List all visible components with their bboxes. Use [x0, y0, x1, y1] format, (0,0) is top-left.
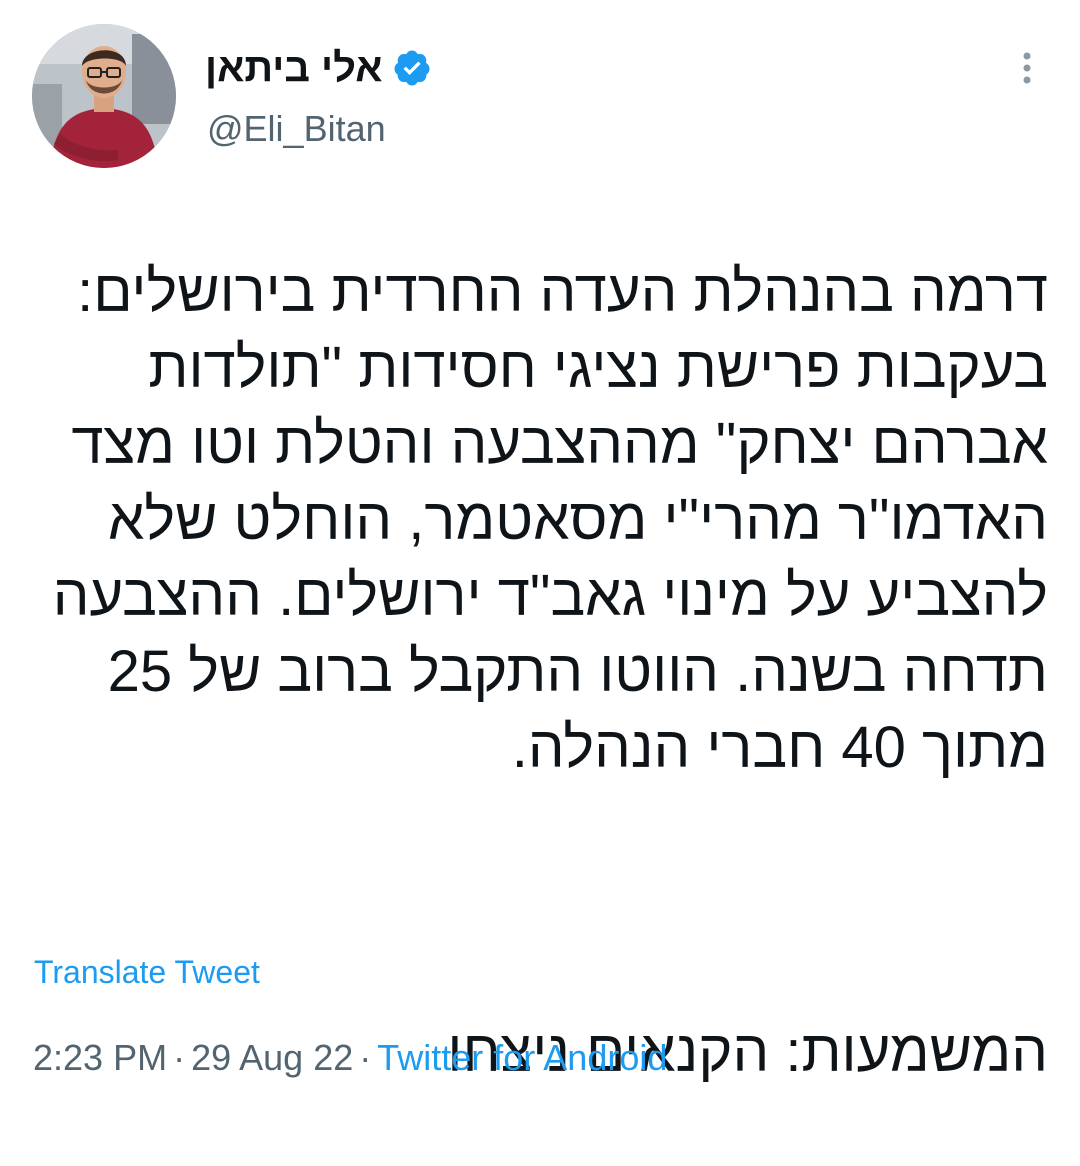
avatar[interactable]	[32, 24, 176, 168]
tweet-time[interactable]: 2:23 PM	[33, 1037, 167, 1078]
tweet-text: דרמה בהנהלת העדה החרדית בירושלים: בעקבות…	[40, 178, 1048, 1166]
user-handle[interactable]: @Eli_Bitan	[207, 106, 386, 152]
tweet-date[interactable]: 29 Aug 22	[191, 1037, 353, 1078]
more-vertical-icon[interactable]	[1010, 48, 1044, 88]
translate-tweet-link[interactable]: Translate Tweet	[34, 950, 260, 994]
meta-separator: ·	[173, 1037, 186, 1078]
avatar-image	[32, 24, 176, 168]
display-name[interactable]: אלי ביתאן	[205, 42, 382, 94]
tweet-meta: 2:23 PM · 29 Aug 22 · Twitter for Android	[33, 1034, 667, 1082]
tweet-paragraph: דרמה בהנהלת העדה החרדית בירושלים: בעקבות…	[52, 259, 1048, 780]
verified-badge-icon	[392, 48, 432, 88]
tweet-card: אלי ביתאן @Eli_Bitan דרמה בהנהלת העדה הח…	[0, 0, 1080, 1106]
meta-separator: ·	[359, 1037, 372, 1078]
user-name-row[interactable]: אלי ביתאן	[205, 42, 432, 94]
tweet-source-link[interactable]: Twitter for Android	[377, 1037, 667, 1078]
